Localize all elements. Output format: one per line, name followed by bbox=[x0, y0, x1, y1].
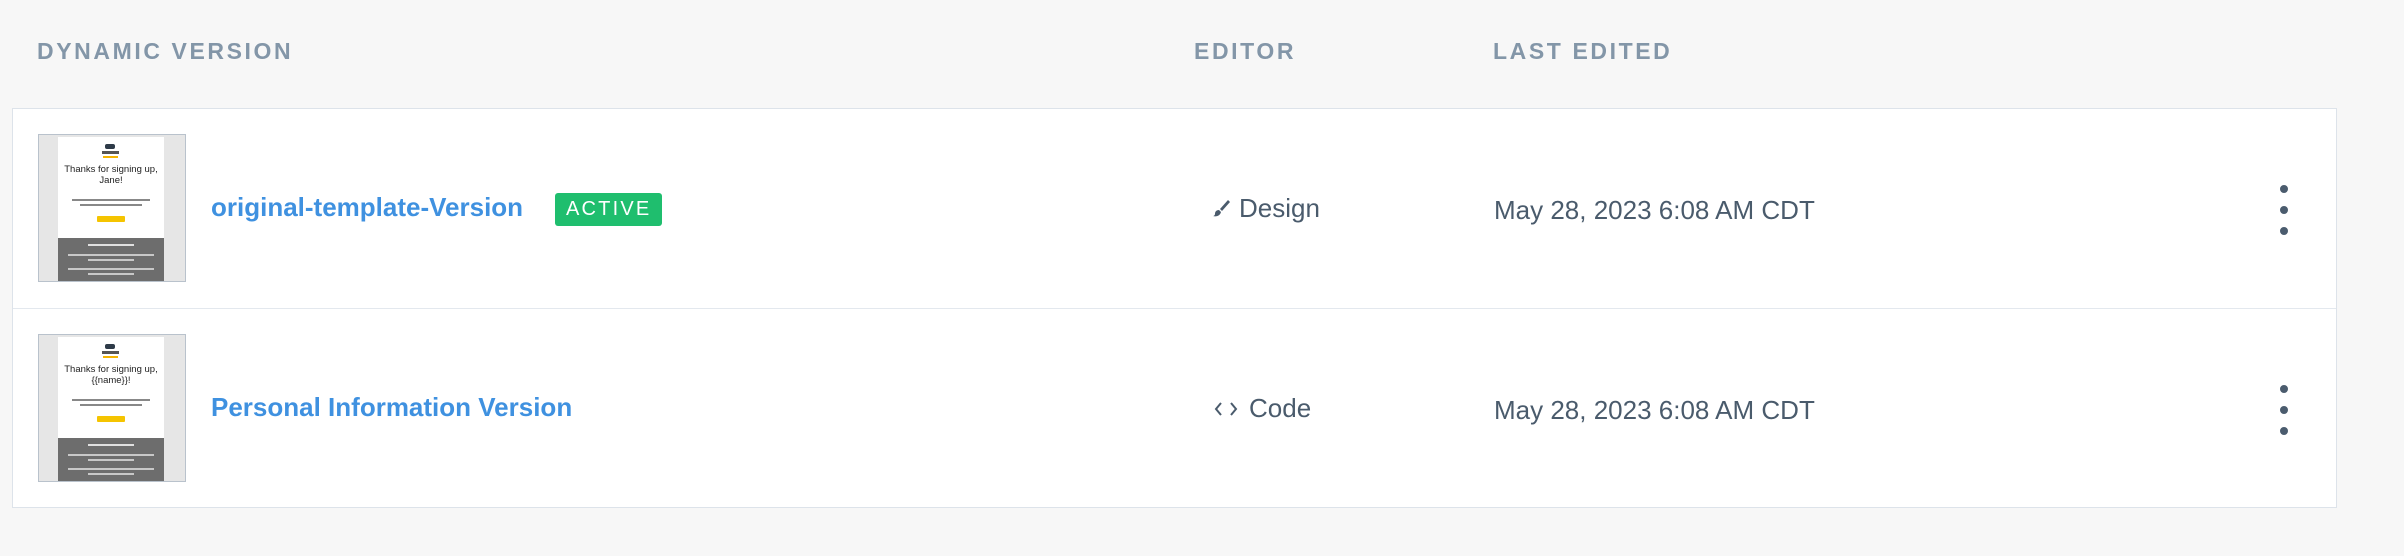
code-icon bbox=[1211, 398, 1241, 418]
editor-cell: Design bbox=[1211, 193, 1320, 223]
thumbnail-brand-bar bbox=[102, 151, 119, 154]
thumbnail-cta-button bbox=[97, 216, 125, 222]
dynamic-versions-page: DYNAMIC VERSION EDITOR LAST EDITED Thank… bbox=[0, 0, 2404, 556]
thumbnail-text-line bbox=[72, 199, 150, 201]
version-name-link[interactable]: original-template-Version bbox=[211, 192, 523, 223]
active-status-badge: ACTIVE bbox=[555, 193, 663, 226]
brush-icon bbox=[1211, 198, 1231, 218]
thumbnail-email-preview: Thanks for signing up, Jane! bbox=[58, 137, 164, 281]
table-row: Thanks for signing up, {{name}}! Persona… bbox=[13, 309, 2336, 509]
column-header-dynamic-version: DYNAMIC VERSION bbox=[37, 38, 294, 64]
thumbnail-cta-button bbox=[97, 416, 125, 422]
thumbnail-title: Thanks for signing up, {{name}}! bbox=[64, 364, 158, 386]
thumbnail-footer bbox=[58, 238, 164, 281]
thumbnail-footer bbox=[58, 438, 164, 481]
table-header: DYNAMIC VERSION EDITOR LAST EDITED bbox=[0, 0, 2340, 106]
thumbnail-logo-icon bbox=[105, 344, 115, 349]
more-actions-icon[interactable] bbox=[2269, 185, 2299, 235]
thumbnail-brand-accent bbox=[103, 356, 118, 358]
template-thumbnail[interactable]: Thanks for signing up, Jane! bbox=[38, 134, 186, 282]
column-header-last-edited: LAST EDITED bbox=[1493, 38, 1673, 64]
thumbnail-email-preview: Thanks for signing up, {{name}}! bbox=[58, 337, 164, 481]
thumbnail-brand-bar bbox=[102, 351, 119, 354]
version-name-link[interactable]: Personal Information Version bbox=[211, 392, 572, 423]
thumbnail-text-line bbox=[80, 204, 142, 206]
column-header-editor: EDITOR bbox=[1194, 38, 1297, 64]
editor-label: Code bbox=[1249, 392, 1312, 423]
thumbnail-text-line bbox=[80, 404, 142, 406]
table-row: Thanks for signing up, Jane! original-te… bbox=[13, 109, 2336, 309]
more-actions-icon[interactable] bbox=[2269, 385, 2299, 435]
thumbnail-brand-accent bbox=[103, 156, 118, 158]
versions-table: Thanks for signing up, Jane! original-te… bbox=[12, 108, 2337, 508]
last-edited-timestamp: May 28, 2023 6:08 AM CDT bbox=[1494, 395, 1815, 425]
thumbnail-title: Thanks for signing up, Jane! bbox=[64, 164, 158, 186]
thumbnail-text-line bbox=[72, 399, 150, 401]
editor-cell: Code bbox=[1211, 393, 1311, 423]
last-edited-timestamp: May 28, 2023 6:08 AM CDT bbox=[1494, 195, 1815, 225]
thumbnail-logo-icon bbox=[105, 144, 115, 149]
template-thumbnail[interactable]: Thanks for signing up, {{name}}! bbox=[38, 334, 186, 482]
editor-label: Design bbox=[1239, 192, 1320, 223]
